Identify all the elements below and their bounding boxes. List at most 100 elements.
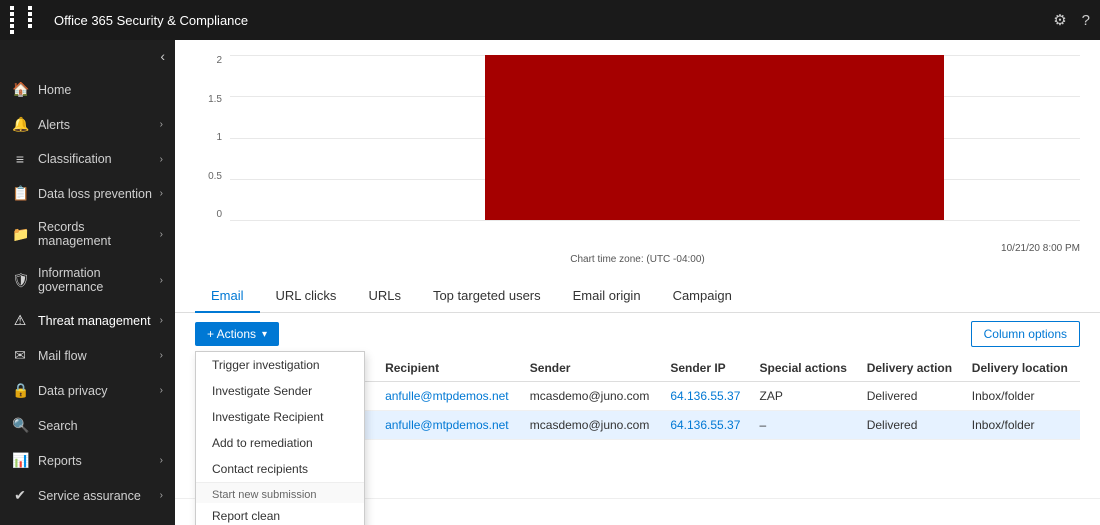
sidebar-item-label: Data privacy — [38, 384, 160, 398]
chart-timezone: Chart time zone: (UTC -04:00) — [195, 254, 1080, 265]
app-grid-icon — [10, 6, 44, 34]
settings-icon[interactable]: ⚙ — [1053, 11, 1066, 29]
sidebar-item-search[interactable]: 🔍 Search — [0, 408, 175, 443]
data-privacy-icon: 🔒 — [12, 382, 28, 399]
table-cell-link[interactable]: anfulle@mtpdemos.net — [385, 389, 509, 403]
service-assurance-icon: ✔ — [12, 487, 28, 504]
tab-url-clicks[interactable]: URL clicks — [260, 280, 353, 313]
column-header-sender-ip: Sender IP — [662, 355, 751, 382]
chart-bar — [485, 55, 944, 220]
sidebar-collapse-button[interactable]: ‹ — [0, 40, 175, 72]
table-cell: – — [752, 411, 859, 440]
actions-label: + Actions — [207, 327, 256, 341]
chevron-down-icon: › — [160, 188, 163, 199]
actions-button[interactable]: + Actions ▾ — [195, 322, 279, 346]
chart-plot — [230, 55, 1080, 220]
main-layout: ‹ 🏠 Home 🔔 Alerts › ≡ Classification › 📋… — [0, 40, 1100, 525]
chevron-down-icon: › — [160, 119, 163, 130]
sidebar-item-service-assurance[interactable]: ✔ Service assurance › — [0, 478, 175, 513]
table-cell[interactable]: 64.136.55.37 — [662, 411, 751, 440]
toolbar: + Actions ▾ Trigger investigationInvesti… — [175, 313, 1100, 355]
sidebar-item-label: Classification — [38, 152, 160, 166]
chevron-down-icon: › — [160, 315, 163, 326]
y-axis-label: 1 — [195, 132, 222, 143]
table-cell[interactable]: anfulle@mtpdemos.net — [377, 411, 522, 440]
home-icon: 🏠 — [12, 81, 28, 98]
tab-campaign[interactable]: Campaign — [657, 280, 748, 313]
chevron-down-icon: › — [160, 229, 163, 240]
y-axis: 2 1.5 1 0.5 0 — [195, 55, 230, 220]
gridline — [230, 220, 1080, 221]
table-cell: ZAP — [752, 382, 859, 411]
column-header-sender: Sender — [522, 355, 663, 382]
table-cell: Inbox/folder — [964, 411, 1080, 440]
y-axis-label: 1.5 — [195, 94, 222, 105]
sidebar-item-label: Threat management — [38, 314, 160, 328]
actions-chevron-icon: ▾ — [262, 329, 267, 340]
sidebar-item-label: Reports — [38, 454, 160, 468]
table-cell: mcasdemo@juno.com — [522, 411, 663, 440]
table-cell[interactable]: 64.136.55.37 — [662, 382, 751, 411]
reports-icon: 📊 — [12, 452, 28, 469]
sidebar-item-records-management[interactable]: 📁 Records management › — [0, 211, 175, 257]
sidebar-item-classification[interactable]: ≡ Classification › — [0, 142, 175, 176]
tab-email-origin[interactable]: Email origin — [557, 280, 657, 313]
sidebar-item-information-governance[interactable]: 🛡 Information governance › — [0, 257, 175, 303]
table-cell: mcasdemo@juno.com — [522, 382, 663, 411]
table-cell: Delivered — [859, 411, 964, 440]
table-cell-link[interactable]: 64.136.55.37 — [670, 389, 740, 403]
sidebar-item-label: Records management — [38, 220, 160, 248]
chevron-down-icon: › — [160, 490, 163, 501]
sidebar-item-label: Alerts — [38, 118, 160, 132]
sidebar-item-reports[interactable]: 📊 Reports › — [0, 443, 175, 478]
table-cell-link[interactable]: 64.136.55.37 — [670, 418, 740, 432]
dropdown-item-report-clean[interactable]: Report clean — [196, 503, 364, 525]
app-title: Office 365 Security & Compliance — [54, 13, 1053, 28]
column-options-button[interactable]: Column options — [971, 321, 1080, 347]
column-header-delivery-location: Delivery location — [964, 355, 1080, 382]
dropdown-item-investigate-sender[interactable]: Investigate Sender — [196, 378, 364, 404]
actions-dropdown: Trigger investigationInvestigate SenderI… — [195, 351, 365, 525]
sidebar-item-label: Home — [38, 83, 163, 97]
column-header-special-actions: Special actions — [752, 355, 859, 382]
table-cell[interactable]: anfulle@mtpdemos.net — [377, 382, 522, 411]
sidebar-item-data-loss-prevention[interactable]: 📋 Data loss prevention › — [0, 176, 175, 211]
mail-flow-icon: ✉ — [12, 347, 28, 364]
y-axis-label: 2 — [195, 55, 222, 66]
table-cell-link[interactable]: anfulle@mtpdemos.net — [385, 418, 509, 432]
sidebar-item-label: Service assurance — [38, 489, 160, 503]
alerts-icon: 🔔 — [12, 116, 28, 133]
dropdown-item-trigger-investigation[interactable]: Trigger investigation — [196, 352, 364, 378]
sidebar-item-home[interactable]: 🏠 Home — [0, 72, 175, 107]
tab-urls[interactable]: URLs — [352, 280, 417, 313]
search-icon: 🔍 — [12, 417, 28, 434]
tabs-bar: EmailURL clicksURLsTop targeted usersEma… — [175, 280, 1100, 313]
collapse-icon: ‹ — [160, 48, 165, 64]
sidebar-item-threat-management[interactable]: ⚠ Threat management › — [0, 303, 175, 338]
help-icon[interactable]: ? — [1082, 12, 1090, 29]
records-management-icon: 📁 — [12, 226, 28, 243]
column-header-recipient: Recipient — [377, 355, 522, 382]
tab-top-targeted-users[interactable]: Top targeted users — [417, 280, 557, 313]
sidebar-item-alerts[interactable]: 🔔 Alerts › — [0, 107, 175, 142]
tab-email[interactable]: Email — [195, 280, 260, 313]
chart-container: 2 1.5 1 0.5 0 — [195, 50, 1080, 240]
sidebar-item-label: Data loss prevention — [38, 187, 160, 201]
chart-x-label: 10/21/20 8:00 PM — [195, 240, 1080, 254]
sidebar-item-data-privacy[interactable]: 🔒 Data privacy › — [0, 373, 175, 408]
dropdown-item-add-to-remediation[interactable]: Add to remediation — [196, 430, 364, 456]
sidebar-item-mail-flow[interactable]: ✉ Mail flow › — [0, 338, 175, 373]
threat-management-icon: ⚠ — [12, 312, 28, 329]
classification-icon: ≡ — [12, 151, 28, 167]
dropdown-item-contact-recipients[interactable]: Contact recipients — [196, 456, 364, 482]
chevron-down-icon: › — [160, 455, 163, 466]
information-governance-icon: 🛡 — [12, 272, 28, 289]
chevron-down-icon: › — [160, 350, 163, 361]
y-axis-label: 0 — [195, 209, 222, 220]
y-axis-label: 0.5 — [195, 171, 222, 182]
chart-area: 2 1.5 1 0.5 0 10/21/20 8:00 PM Chart time zo… — [175, 40, 1100, 280]
sidebar-item-label: Information governance — [38, 266, 160, 294]
main-content: 2 1.5 1 0.5 0 10/21/20 8:00 PM Chart time zo… — [175, 40, 1100, 525]
sidebar-item-label: Mail flow — [38, 349, 160, 363]
dropdown-item-investigate-recipient[interactable]: Investigate Recipient — [196, 404, 364, 430]
